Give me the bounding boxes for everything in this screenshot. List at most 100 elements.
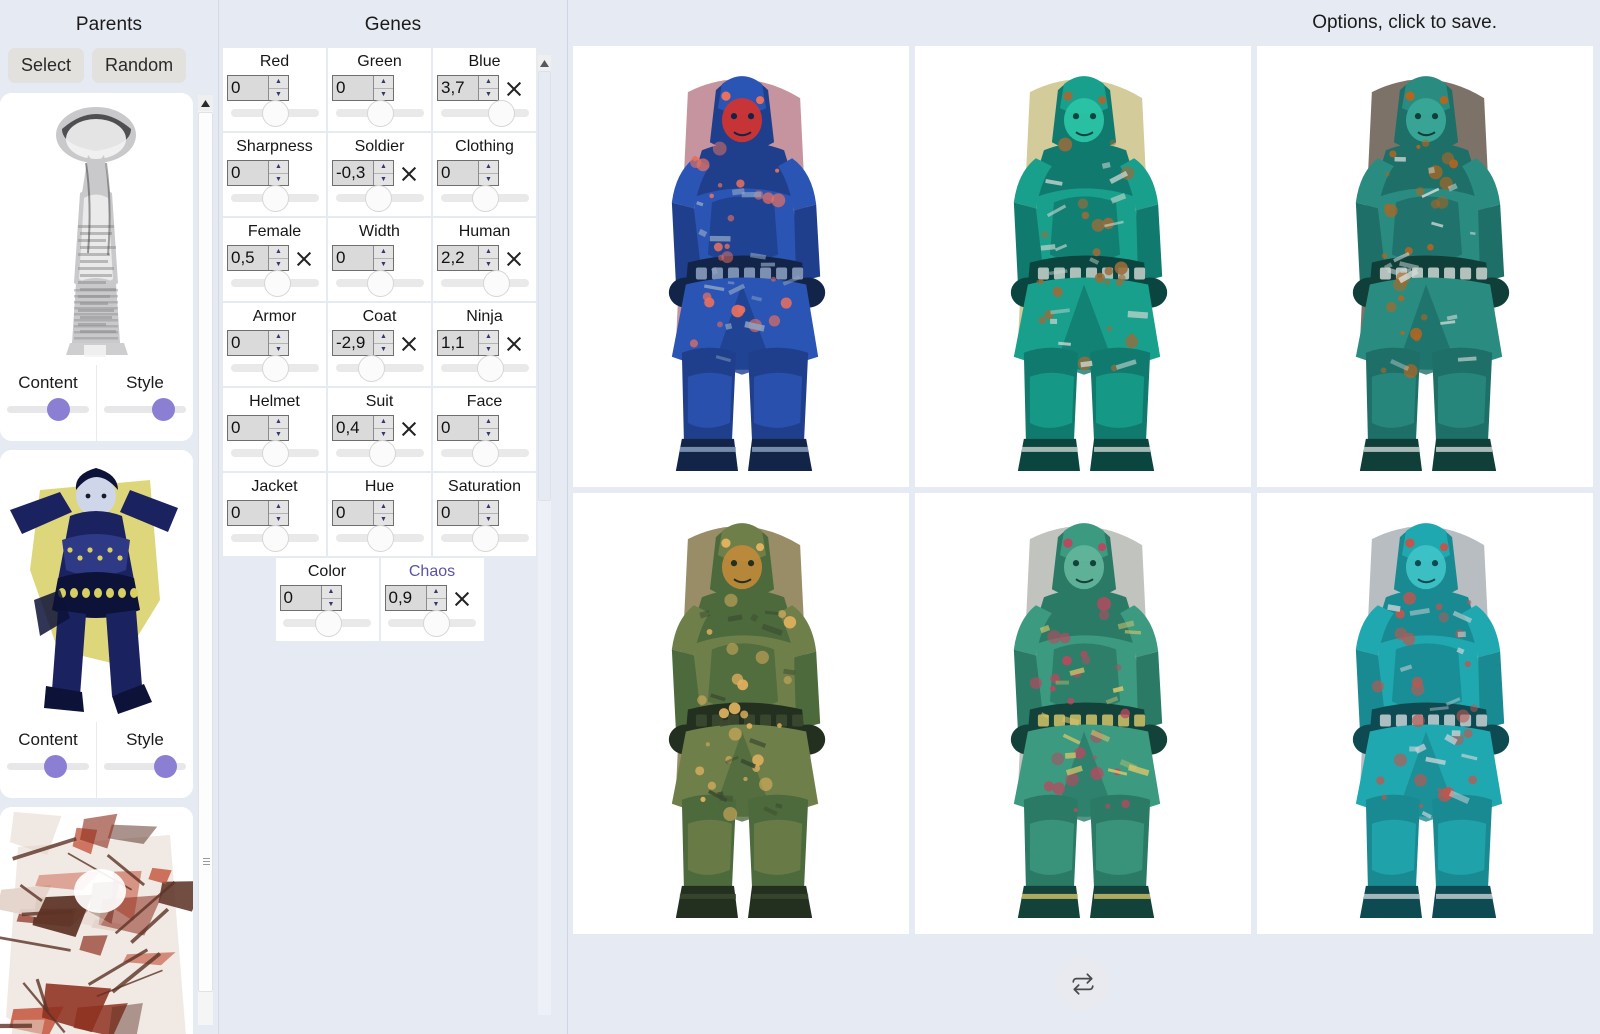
gene-value-input[interactable]: 2,2 ▲ ▼ [437, 245, 499, 271]
gene-value-input[interactable]: 0 ▲ ▼ [227, 330, 289, 356]
select-button[interactable]: Select [8, 48, 85, 83]
stepper-down-icon[interactable]: ▼ [427, 599, 446, 611]
parent-thumbnail[interactable] [0, 93, 193, 365]
gene-slider[interactable] [230, 355, 319, 382]
stepper-up-icon[interactable]: ▲ [269, 331, 288, 344]
gene-slider[interactable] [283, 610, 371, 637]
gene-slider-thumb[interactable] [482, 270, 510, 297]
genes-scrollbar[interactable] [538, 55, 551, 1015]
stepper-up-icon[interactable]: ▲ [426, 586, 446, 599]
gene-value-input[interactable]: -0,3 ▲ ▼ [332, 160, 394, 186]
gene-stepper[interactable]: ▲ ▼ [478, 501, 498, 525]
stepper-up-icon[interactable]: ▲ [479, 331, 498, 344]
stepper-up-icon[interactable]: ▲ [269, 501, 288, 514]
gene-value-input[interactable]: 0,5 ▲ ▼ [227, 245, 289, 271]
parents-list[interactable]: Content Style Content Style [0, 93, 200, 1034]
gene-slider-thumb[interactable] [423, 610, 451, 637]
result-cell[interactable] [1257, 493, 1593, 934]
gene-value-input[interactable]: 0 ▲ ▼ [227, 75, 289, 101]
remove-gene-icon[interactable] [399, 164, 418, 183]
genes-scroll-up-arrow-icon[interactable] [538, 55, 551, 71]
gene-slider-thumb[interactable] [262, 525, 289, 552]
gene-stepper[interactable]: ▲ ▼ [373, 501, 393, 525]
gene-slider[interactable] [388, 610, 476, 637]
stepper-up-icon[interactable]: ▲ [479, 76, 498, 89]
remove-gene-icon[interactable] [399, 334, 418, 353]
parent-card[interactable]: Content Style [0, 450, 193, 798]
gene-slider-thumb[interactable] [367, 100, 394, 127]
parent-card[interactable] [0, 807, 193, 1034]
stepper-up-icon[interactable]: ▲ [269, 246, 288, 259]
stepper-down-icon[interactable]: ▼ [269, 174, 288, 186]
gene-slider[interactable] [230, 270, 319, 297]
remove-gene-icon[interactable] [399, 419, 418, 438]
gene-stepper[interactable]: ▲ ▼ [268, 246, 288, 270]
gene-stepper[interactable]: ▲ ▼ [478, 416, 498, 440]
gene-slider-thumb[interactable] [477, 355, 505, 382]
stepper-down-icon[interactable]: ▼ [269, 344, 288, 356]
stepper-down-icon[interactable]: ▼ [479, 344, 498, 356]
result-cell[interactable] [915, 46, 1251, 487]
gene-value-input[interactable]: 0 ▲ ▼ [437, 415, 499, 441]
gene-slider[interactable] [335, 185, 424, 212]
gene-slider-thumb[interactable] [262, 185, 289, 212]
parents-scrollbar[interactable] [198, 95, 213, 1025]
gene-value-input[interactable]: 0 ▲ ▼ [227, 415, 289, 441]
stepper-down-icon[interactable]: ▼ [374, 429, 393, 441]
remove-gene-icon[interactable] [294, 249, 313, 268]
gene-value-input[interactable]: 0 ▲ ▼ [437, 500, 499, 526]
gene-value-input[interactable]: 1,1 ▲ ▼ [437, 330, 499, 356]
gene-value-input[interactable]: 0 ▲ ▼ [437, 160, 499, 186]
remove-gene-icon[interactable] [504, 334, 523, 353]
gene-slider-thumb[interactable] [367, 270, 394, 297]
parents-scrollbar-thumb[interactable] [198, 112, 213, 992]
gene-value-input[interactable]: 0,4 ▲ ▼ [332, 415, 394, 441]
stepper-down-icon[interactable]: ▼ [479, 514, 498, 526]
parent-style-slider[interactable] [104, 398, 186, 421]
gene-slider-thumb[interactable] [314, 610, 342, 637]
parent-content-slider-thumb[interactable] [43, 755, 67, 778]
gene-slider[interactable] [440, 525, 529, 552]
gene-slider[interactable] [335, 270, 424, 297]
gene-stepper[interactable]: ▲ ▼ [268, 161, 288, 185]
gene-slider-thumb[interactable] [262, 440, 289, 467]
gene-slider[interactable] [440, 270, 529, 297]
remove-gene-icon[interactable] [504, 249, 523, 268]
gene-slider-thumb[interactable] [472, 525, 499, 552]
stepper-up-icon[interactable]: ▲ [374, 501, 393, 514]
stepper-up-icon[interactable]: ▲ [374, 416, 393, 429]
stepper-down-icon[interactable]: ▼ [374, 344, 393, 356]
stepper-up-icon[interactable]: ▲ [374, 161, 393, 174]
gene-slider[interactable] [440, 185, 529, 212]
gene-stepper[interactable]: ▲ ▼ [268, 76, 288, 100]
gene-stepper[interactable]: ▲ ▼ [478, 331, 498, 355]
gene-stepper[interactable]: ▲ ▼ [373, 416, 393, 440]
gene-slider-thumb[interactable] [472, 185, 499, 212]
random-button[interactable]: Random [92, 48, 187, 83]
stepper-down-icon[interactable]: ▼ [374, 259, 393, 271]
gene-slider[interactable] [230, 100, 319, 127]
stepper-up-icon[interactable]: ▲ [321, 586, 341, 599]
genes-scrollbar-thumb[interactable] [538, 71, 551, 501]
stepper-down-icon[interactable]: ▼ [479, 259, 498, 271]
gene-slider[interactable] [335, 100, 424, 127]
parent-card[interactable]: Content Style [0, 93, 193, 441]
stepper-up-icon[interactable]: ▲ [479, 246, 498, 259]
parent-content-slider[interactable] [7, 755, 89, 778]
gene-slider-thumb[interactable] [368, 440, 396, 467]
gene-slider-thumb[interactable] [262, 100, 289, 127]
parent-thumbnail[interactable] [0, 807, 193, 1034]
stepper-up-icon[interactable]: ▲ [374, 246, 393, 259]
stepper-up-icon[interactable]: ▲ [479, 161, 498, 174]
scroll-up-arrow-icon[interactable] [198, 95, 213, 111]
parent-content-slider[interactable] [7, 398, 89, 421]
gene-slider[interactable] [230, 525, 319, 552]
result-cell[interactable] [915, 493, 1251, 934]
stepper-up-icon[interactable]: ▲ [374, 331, 393, 344]
parent-content-slider-thumb[interactable] [46, 398, 70, 421]
gene-slider[interactable] [440, 100, 529, 127]
gene-slider[interactable] [230, 440, 319, 467]
stepper-down-icon[interactable]: ▼ [269, 89, 288, 101]
stepper-down-icon[interactable]: ▼ [269, 429, 288, 441]
gene-stepper[interactable]: ▲ ▼ [268, 501, 288, 525]
